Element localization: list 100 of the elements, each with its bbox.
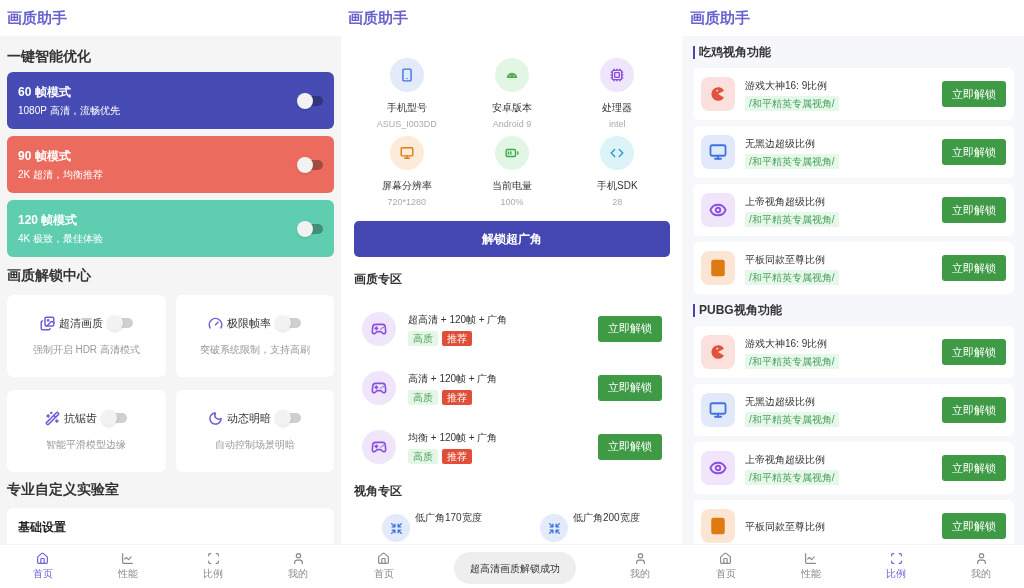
item-name: 游戏大神16: 9比例 bbox=[745, 78, 828, 93]
unlock-button[interactable]: 立即解锁 bbox=[942, 255, 1006, 281]
mode-card[interactable]: 90 帧模式 2K 超清，均衡推荐 bbox=[7, 136, 334, 194]
spec-value: intel bbox=[609, 118, 626, 131]
app-title: 画质助手 bbox=[348, 7, 408, 28]
mode-card[interactable]: 60 帧模式 1080P 高清，流畅优先 bbox=[7, 72, 334, 130]
tab-icon bbox=[377, 552, 391, 565]
spec-label: 安卓版本 bbox=[492, 101, 532, 115]
card-title: 基础设置 bbox=[18, 519, 66, 534]
toggle-switch[interactable] bbox=[106, 315, 133, 332]
spec-value: ASUS_I003DD bbox=[376, 118, 437, 131]
item-name: 均衡 + 120帧 + 广角 bbox=[408, 430, 499, 445]
tag: /和平精英专属视角/ bbox=[745, 353, 839, 369]
view-angle-icon bbox=[540, 514, 568, 542]
tag: /和平精英专属视角/ bbox=[745, 411, 839, 427]
tag: /和平精英专属视角/ bbox=[745, 153, 839, 169]
tag: /和平精英专属视角/ bbox=[745, 95, 839, 111]
item-name: 低广角200宽度 bbox=[573, 511, 640, 525]
mode-description: 4K 极致，最佳体验 bbox=[18, 232, 103, 247]
section-title: 视角专区 bbox=[354, 483, 403, 500]
tab-item[interactable]: 我的 bbox=[597, 545, 683, 588]
tab-item[interactable]: 我的 bbox=[938, 545, 1024, 588]
spec-label: 手机型号 bbox=[386, 101, 427, 115]
toggle-switch[interactable] bbox=[101, 410, 128, 427]
section-title: 画质解锁中心 bbox=[7, 266, 92, 286]
unlock-wide-angle-button[interactable]: 解锁超广角 bbox=[354, 221, 670, 257]
unlock-button[interactable]: 立即解锁 bbox=[598, 315, 662, 342]
tab-icon bbox=[36, 552, 50, 565]
unlock-button[interactable]: 立即解锁 bbox=[942, 397, 1006, 423]
unlock-button[interactable]: 立即解锁 bbox=[598, 433, 662, 460]
toggle-switch[interactable] bbox=[297, 92, 323, 109]
tag: 高质 bbox=[408, 448, 438, 464]
tab-icon bbox=[804, 552, 818, 565]
tab-icon bbox=[121, 552, 135, 565]
section-title: 专业自定义实验室 bbox=[7, 480, 120, 500]
spec-icon bbox=[600, 135, 635, 170]
spec-value: Android 9 bbox=[492, 118, 532, 131]
section-title: 画质专区 bbox=[354, 271, 403, 288]
tab-item[interactable]: 我的 bbox=[255, 545, 341, 588]
feature-icon bbox=[208, 315, 224, 331]
app-title: 画质助手 bbox=[7, 7, 67, 28]
item-name: 平板同款至尊比例 bbox=[745, 252, 825, 267]
ratio-icon bbox=[701, 77, 735, 111]
mode-name: 120 帧模式 bbox=[18, 212, 79, 230]
unlock-button[interactable]: 立即解锁 bbox=[598, 374, 662, 401]
unlock-button[interactable]: 立即解锁 bbox=[942, 197, 1006, 223]
spec-icon bbox=[389, 58, 424, 92]
mode-name: 60 帧模式 bbox=[18, 84, 72, 102]
feature-description: 突破系统限制，支持高刷 bbox=[199, 342, 310, 357]
tab-icon bbox=[633, 552, 647, 565]
ratio-icon bbox=[701, 251, 735, 285]
toggle-switch[interactable] bbox=[297, 156, 323, 173]
feature-description: 强制开启 HDR 高清模式 bbox=[32, 342, 140, 357]
unlock-button[interactable]: 立即解锁 bbox=[942, 81, 1006, 107]
item-name: 无黑边超级比例 bbox=[745, 394, 815, 409]
tab-icon bbox=[206, 552, 220, 565]
tab-item[interactable]: 首页 bbox=[0, 545, 86, 588]
spec-label: 当前电量 bbox=[492, 178, 532, 193]
spec-value: 100% bbox=[500, 195, 524, 209]
spec-icon bbox=[600, 58, 635, 92]
toggle-switch[interactable] bbox=[297, 220, 323, 237]
spec-icon bbox=[389, 135, 424, 170]
item-name: 无黑边超级比例 bbox=[745, 136, 815, 151]
tab-item[interactable]: 性能 bbox=[85, 545, 171, 588]
tab-item[interactable]: 首页 bbox=[341, 545, 427, 588]
app-title: 画质助手 bbox=[690, 7, 750, 28]
gamepad-icon bbox=[362, 311, 396, 346]
spec-value: 28 bbox=[612, 195, 623, 209]
tag: 推荐 bbox=[442, 330, 472, 346]
item-name: 上帝视角超级比例 bbox=[745, 194, 825, 209]
tab-icon bbox=[291, 552, 305, 565]
toast-message: 超高清画质解锁成功 bbox=[454, 552, 576, 584]
mode-description: 2K 超清，均衡推荐 bbox=[18, 168, 103, 183]
item-name: 游戏大神16: 9比例 bbox=[745, 336, 828, 351]
feature-icon bbox=[45, 410, 61, 426]
ratio-icon bbox=[701, 509, 735, 543]
tab-item[interactable]: 比例 bbox=[853, 545, 939, 588]
tab-icon bbox=[719, 552, 733, 565]
item-name: 超高清 + 120帧 + 广角 bbox=[408, 312, 509, 327]
tag: /和平精英专属视角/ bbox=[745, 211, 839, 227]
unlock-button[interactable]: 立即解锁 bbox=[942, 139, 1006, 165]
view-angle-icon bbox=[382, 514, 410, 542]
tab-item[interactable]: 首页 bbox=[683, 545, 769, 588]
item-name: 上帝视角超级比例 bbox=[745, 452, 825, 467]
item-name: 低广角170宽度 bbox=[415, 511, 482, 525]
toggle-switch[interactable] bbox=[275, 410, 302, 427]
mode-card[interactable]: 120 帧模式 4K 极致，最佳体验 bbox=[7, 200, 334, 258]
feature-name: 超清画质 bbox=[58, 316, 103, 332]
tab-icon bbox=[889, 552, 903, 565]
toggle-switch[interactable] bbox=[275, 315, 302, 332]
tab-item[interactable]: 性能 bbox=[768, 545, 854, 588]
group-title: 吃鸡视角功能 bbox=[699, 44, 771, 61]
feature-name: 极限帧率 bbox=[227, 316, 272, 332]
tag: /和平精英专属视角/ bbox=[745, 269, 839, 285]
spec-icon bbox=[495, 58, 529, 92]
unlock-button[interactable]: 立即解锁 bbox=[942, 339, 1006, 365]
unlock-button[interactable]: 立即解锁 bbox=[942, 513, 1006, 539]
unlock-button[interactable]: 立即解锁 bbox=[942, 455, 1006, 481]
tab-item[interactable]: 比例 bbox=[170, 545, 256, 588]
item-name: 平板同款至尊比例 bbox=[745, 519, 825, 534]
